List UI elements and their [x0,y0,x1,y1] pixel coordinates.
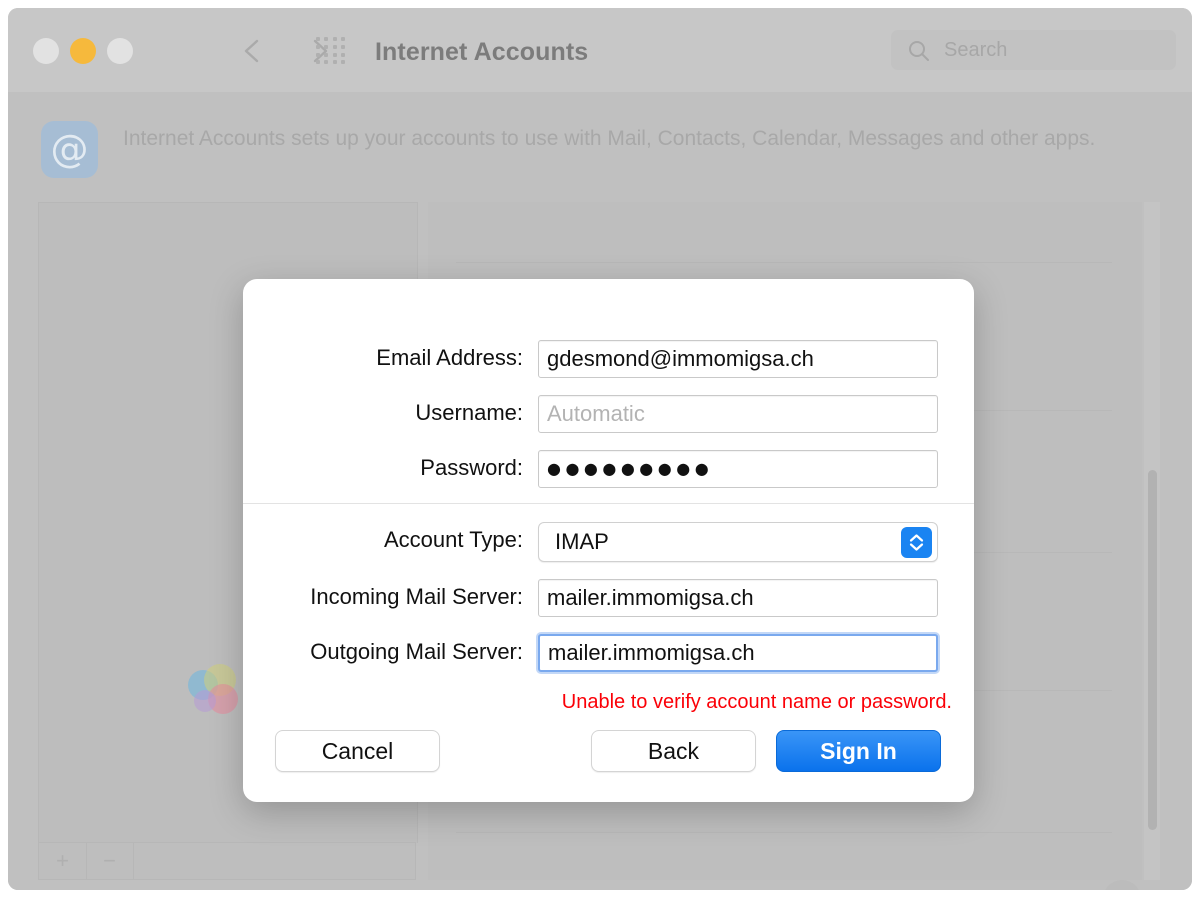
accounts-list-toolbar: + − [38,842,416,880]
chevron-up-down-icon[interactable] [901,527,932,558]
account-type-select[interactable]: IMAP [538,522,938,562]
outgoing-mail-server-field[interactable]: mailer.immomigsa.ch [538,634,938,672]
account-type-label: Account Type: [383,527,523,552]
scrollbar-thumb[interactable] [1148,470,1157,830]
sheet-divider [243,503,974,504]
search-placeholder: Search [944,39,1008,61]
username-field[interactable]: Automatic [538,395,938,433]
account-type-value: IMAP [555,529,609,554]
preferences-window: Internet Accounts Search @ Internet Acco… [8,8,1192,890]
incoming-mail-server-field[interactable]: mailer.immomigsa.ch [538,579,938,617]
email-address-label: Email Address: [376,345,523,370]
at-symbol-icon: @ [41,121,98,178]
search-input[interactable]: Search [891,30,1176,70]
outgoing-mail-server-row: Outgoing Mail Server: mailer.immomigsa.c… [243,634,974,672]
account-setup-sheet: Email Address: gdesmond@immomigsa.ch Use… [243,279,974,802]
search-icon [907,39,931,68]
password-row: Password: ●●●●●●●●● [243,450,974,488]
incoming-mail-server-label: Incoming Mail Server: [310,584,523,609]
username-row: Username: Automatic [243,395,974,433]
show-all-grid-icon[interactable] [316,37,346,65]
preferences-content: @ Internet Accounts sets up your account… [8,92,1192,890]
password-label: Password: [420,455,523,480]
close-button[interactable] [33,38,59,64]
error-message: Unable to verify account name or passwor… [561,691,952,713]
remove-account-button[interactable]: − [86,843,134,879]
minimize-button[interactable] [70,38,96,64]
outgoing-mail-server-label: Outgoing Mail Server: [310,639,523,664]
detail-separator [456,262,1112,263]
cancel-button[interactable]: Cancel [275,730,440,772]
vertical-scrollbar[interactable] [1144,202,1160,880]
pane-description: Internet Accounts sets up your accounts … [123,127,1096,150]
help-button[interactable]: ? [1103,880,1141,890]
window-titlebar: Internet Accounts Search [8,8,1192,93]
incoming-mail-server-row: Incoming Mail Server: mailer.immomigsa.c… [243,579,974,617]
email-address-field[interactable]: gdesmond@immomigsa.ch [538,340,938,378]
zoom-button[interactable] [107,38,133,64]
back-button[interactable]: Back [591,730,756,772]
account-type-row: Account Type: IMAP [243,522,974,562]
email-address-row: Email Address: gdesmond@immomigsa.ch [243,340,974,378]
page-title: Internet Accounts [375,38,589,66]
back-arrow-icon[interactable] [238,36,268,66]
detail-separator [456,832,1112,833]
username-label: Username: [415,400,523,425]
password-field[interactable]: ●●●●●●●●● [538,450,938,488]
sign-in-button[interactable]: Sign In [776,730,941,772]
game-center-icon [188,664,244,720]
add-account-button[interactable]: + [39,843,87,879]
